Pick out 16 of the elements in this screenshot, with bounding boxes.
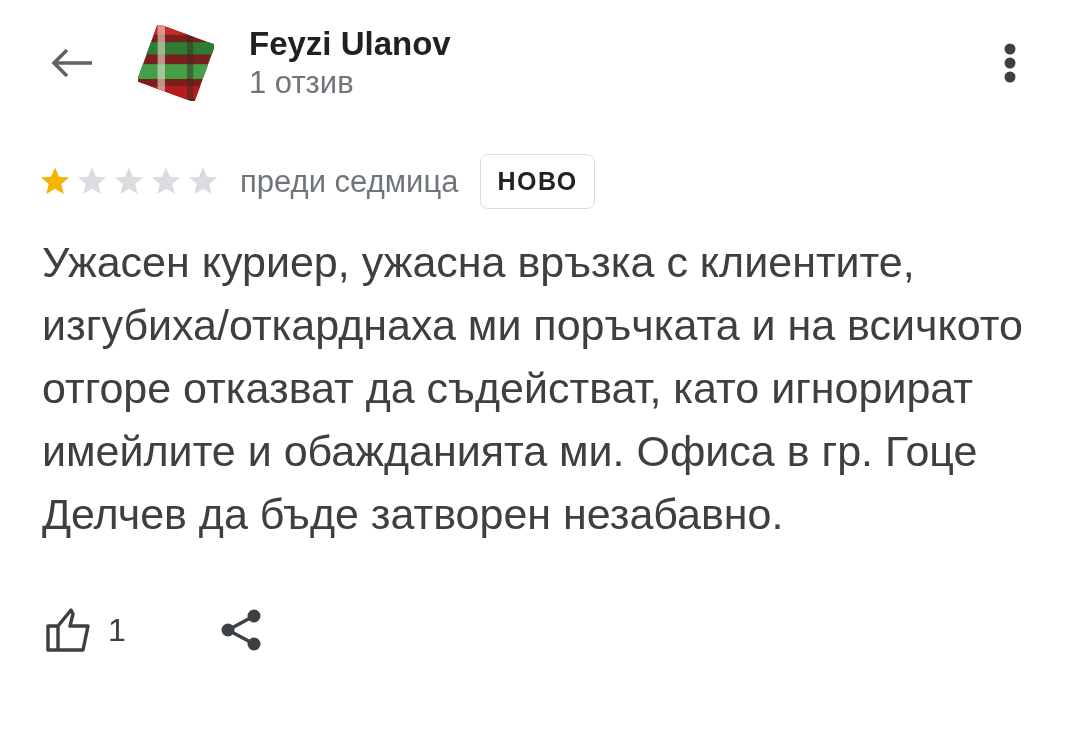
review-text: Ужасен куриер, ужасна връзка с клиентите, изгубиха/откарднаха ми поръчката и на всичкото отгоре отказват да съдействат, като игнорират имейлите и обажданията ми. Офиса в гр. Гоце Делчев да бъде затворен незабавно. (42, 237, 1024, 540)
back-arrow-icon (50, 47, 94, 79)
more-icon (1004, 43, 1016, 83)
star-icon (188, 167, 218, 196)
share-icon (219, 609, 262, 651)
star-icon (151, 167, 181, 196)
star-icon (114, 167, 144, 196)
review-time: преди седмица (240, 163, 459, 200)
reviewer-name: Feyzi Ulanov (249, 24, 451, 64)
star-icon (40, 167, 70, 196)
like-button[interactable]: 1 (46, 608, 126, 652)
thumbs-up-icon (46, 608, 92, 652)
new-label: НОВО (480, 154, 595, 209)
share-button[interactable] (219, 609, 262, 651)
star-icon (77, 167, 107, 196)
review-count: 1 отзив (249, 64, 354, 102)
